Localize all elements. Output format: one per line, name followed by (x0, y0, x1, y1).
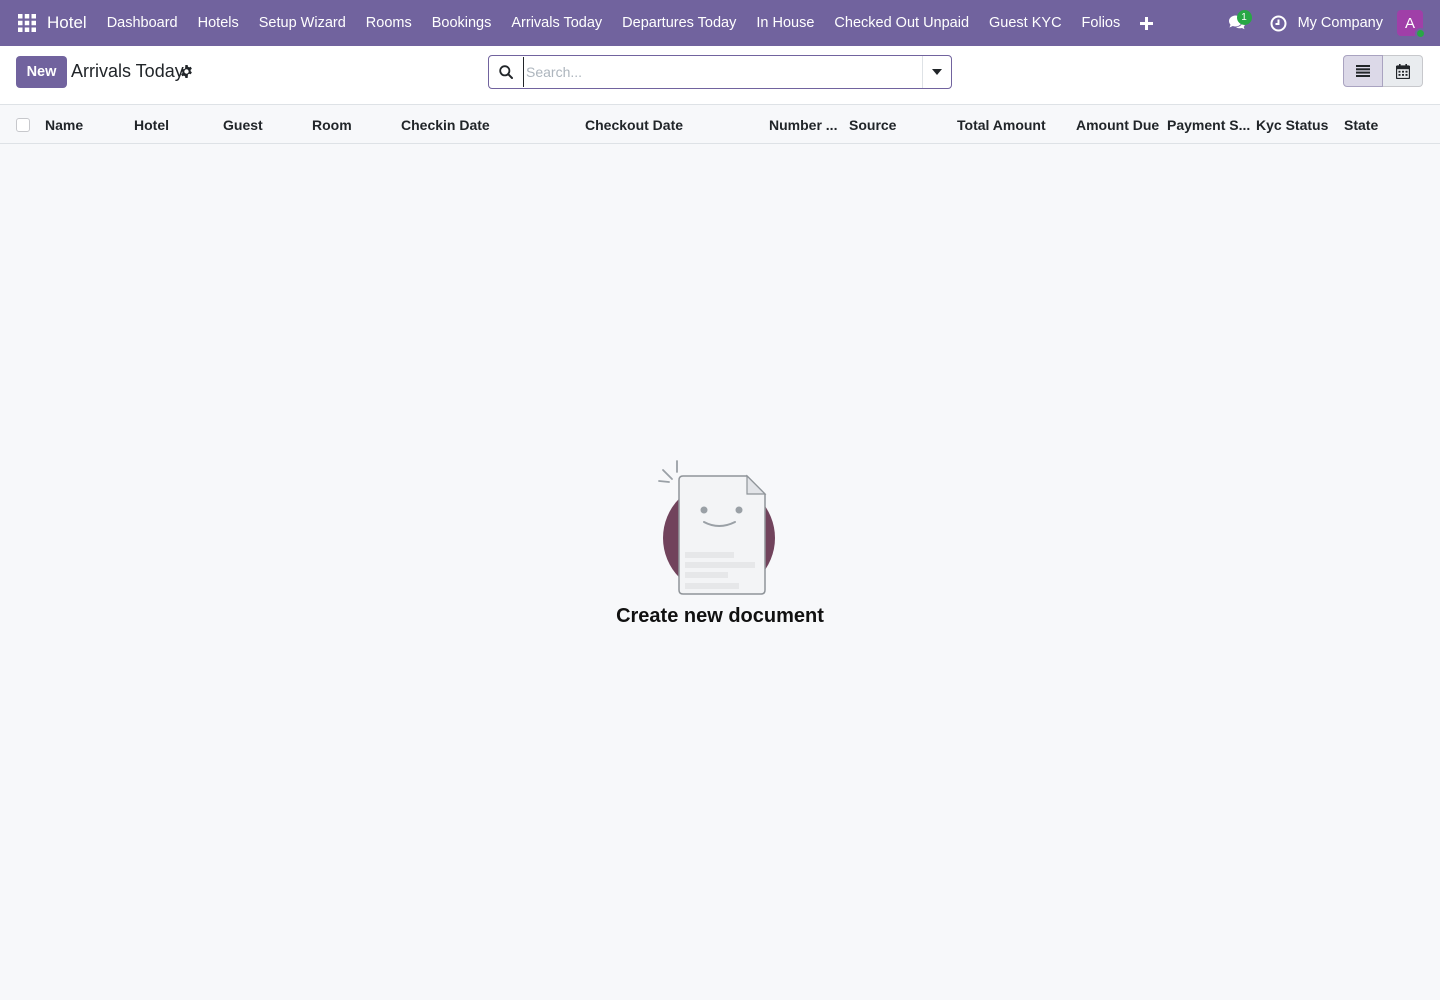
app-brand[interactable]: Hotel (47, 13, 87, 33)
new-button[interactable]: New (16, 56, 67, 88)
messaging-button[interactable]: 1 (1222, 0, 1252, 46)
navbar-systray: 1 My Company A (1222, 0, 1440, 46)
breadcrumb: Arrivals Today (71, 61, 184, 81)
calendar-view-icon[interactable] (1383, 55, 1423, 87)
column-header-hotel[interactable]: Hotel (134, 106, 169, 144)
empty-state: Create new document (0, 456, 1440, 628)
empty-state-title[interactable]: Create new document (0, 605, 1440, 628)
list-header: Name Hotel Guest Room Checkin Date Check… (0, 106, 1440, 144)
avatar-letter: A (1404, 14, 1415, 32)
column-header-total-amount[interactable]: Total Amount (957, 106, 1046, 144)
search-icon (489, 56, 523, 88)
menu-item-bookings[interactable]: Bookings (422, 0, 502, 46)
online-status-dot (1415, 28, 1426, 39)
search-bar (488, 55, 952, 89)
column-header-number[interactable]: Number ... (769, 106, 837, 144)
column-header-name[interactable]: Name (45, 106, 83, 144)
control-panel: New Arrivals Today (0, 46, 1440, 105)
menu-item-dashboard[interactable]: Dashboard (97, 0, 188, 46)
clock-icon[interactable] (1266, 0, 1292, 46)
top-navbar: Hotel Dashboard Hotels Setup Wizard Room… (0, 0, 1440, 46)
apps-grid-icon[interactable] (14, 10, 40, 36)
caret-down-icon[interactable] (922, 56, 951, 88)
menu-item-hotels[interactable]: Hotels (188, 0, 249, 46)
menu-item-folios[interactable]: Folios (1072, 0, 1131, 46)
column-header-amount-due[interactable]: Amount Due (1076, 106, 1159, 144)
menu-item-guest-kyc[interactable]: Guest KYC (979, 0, 1072, 46)
chat-counter-badge: 1 (1236, 10, 1252, 25)
column-header-source[interactable]: Source (849, 106, 896, 144)
menu-item-setup-wizard[interactable]: Setup Wizard (249, 0, 356, 46)
menu-item-arrivals-today[interactable]: Arrivals Today (501, 0, 612, 46)
view-switcher (1343, 55, 1423, 87)
company-switcher[interactable]: My Company (1298, 15, 1383, 31)
column-header-checkin-date[interactable]: Checkin Date (401, 106, 490, 144)
main-menu: Dashboard Hotels Setup Wizard Rooms Book… (97, 0, 1164, 46)
menu-item-checked-out-unpaid[interactable]: Checked Out Unpaid (824, 0, 979, 46)
plus-icon[interactable] (1130, 0, 1163, 46)
column-header-room[interactable]: Room (312, 106, 352, 144)
avatar[interactable]: A (1397, 10, 1426, 39)
menu-item-departures-today[interactable]: Departures Today (612, 0, 746, 46)
empty-document-illustration (658, 460, 775, 595)
search-input[interactable] (523, 57, 922, 87)
column-header-kyc-status[interactable]: Kyc Status (1256, 106, 1328, 144)
column-header-checkout-date[interactable]: Checkout Date (585, 106, 683, 144)
menu-item-rooms[interactable]: Rooms (356, 0, 422, 46)
gear-icon[interactable] (180, 65, 193, 78)
select-all-checkbox[interactable] (16, 118, 30, 132)
column-header-guest[interactable]: Guest (223, 106, 263, 144)
list-view-icon[interactable] (1343, 55, 1383, 87)
column-header-state[interactable]: State (1344, 106, 1378, 144)
menu-item-in-house[interactable]: In House (746, 0, 824, 46)
column-header-payment-status[interactable]: Payment S... (1167, 106, 1250, 144)
